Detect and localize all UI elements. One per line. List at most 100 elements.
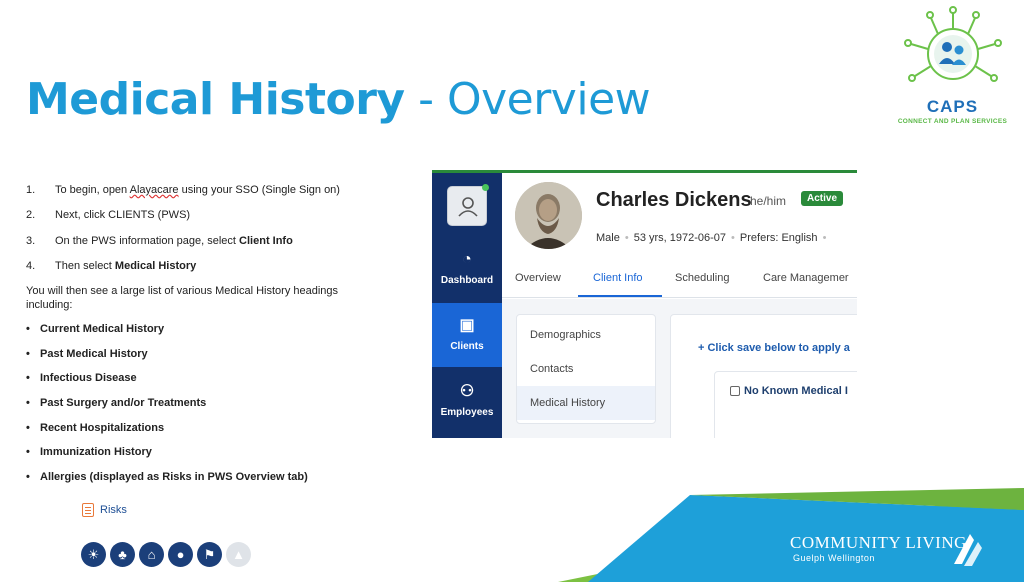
client-meta: Male • 53 yrs, 1972-06-07 • Prefers: English… — [596, 232, 831, 244]
nav-clients[interactable]: ▣ Clients — [432, 303, 502, 367]
caps-name: CAPS — [926, 97, 979, 116]
tab-care-management[interactable]: Care Managemer — [763, 272, 849, 284]
list-item: • Recent Hospitalizations — [26, 422, 406, 447]
submenu-demographics[interactable]: Demographics — [517, 318, 655, 352]
heading-list: • Current Medical History • Past Medical H… — [26, 323, 406, 496]
risks-link[interactable]: Risks — [82, 503, 127, 517]
step-number: 2. — [26, 209, 36, 222]
risks-label: Risks — [100, 504, 127, 516]
list-item-text: Infectious Disease — [40, 372, 137, 385]
bullet-dot: • — [26, 446, 30, 459]
list-item-text: Current Medical History — [40, 323, 165, 335]
user-icon — [458, 197, 478, 217]
caps-logo: CAPS CONNECT AND PLAN SERVICES — [885, 4, 1020, 126]
employees-icon: ⚇ — [459, 383, 475, 400]
list-item-text: Recent Hospitalizations — [40, 421, 165, 434]
save-hint: + Click save below to apply a — [698, 342, 850, 354]
list-item: • Immunization History — [26, 446, 406, 471]
title-bold: Medical History — [26, 74, 405, 125]
portrait-image — [515, 182, 582, 249]
nav-clients-label: Clients — [450, 341, 484, 352]
client-gender: Male — [596, 232, 620, 244]
active-tab-indicator — [578, 295, 662, 297]
step-text-pre: Then select — [55, 259, 115, 272]
nav-dashboard-label: Dashboard — [440, 275, 494, 286]
side-nav: ◔ Dashboard ▣ Clients ⚇ Employees — [432, 173, 502, 438]
org-location: Guelph Wellington — [793, 553, 875, 563]
step-1: 1. To begin, open Alayacare using your S… — [26, 184, 386, 209]
title-rest: - Overview — [404, 74, 651, 125]
intro-text: You will then see a large list of variou… — [26, 285, 339, 311]
clients-icon: ▣ — [459, 317, 475, 334]
alayacare-link: Alayacare — [129, 184, 179, 196]
allergy-icon[interactable]: ▲ — [226, 542, 251, 567]
step-3: 3. On the PWS information page, select C… — [26, 235, 386, 260]
client-info-submenu: Demographics Contacts Medical History — [516, 314, 656, 424]
home-icon[interactable]: ⌂ — [139, 542, 164, 567]
step-strong: Client Info — [239, 234, 293, 247]
client-age-dob: 53 yrs, 1972-06-07 — [633, 232, 727, 244]
clipboard-icon — [82, 503, 94, 517]
wheat-icon[interactable]: ♣ — [110, 542, 135, 567]
nav-employees[interactable]: ⚇ Employees — [432, 371, 502, 431]
submenu-contacts[interactable]: Contacts — [517, 352, 655, 386]
list-item: • Infectious Disease — [26, 372, 406, 397]
step-text: On the PWS information page, select Clie… — [55, 235, 293, 247]
nav-employees-label: Employees — [440, 407, 494, 418]
bullet-dot: • — [26, 471, 30, 484]
dog-icon[interactable]: ● — [168, 542, 193, 567]
list-item-text: Past Medical History — [40, 347, 148, 360]
client-photo — [515, 182, 582, 249]
nav-dashboard[interactable]: ◔ Dashboard — [432, 245, 502, 303]
bullet-dot: • — [26, 397, 30, 410]
meta-separator: • — [624, 232, 629, 244]
step-text-post: using your SSO (Single Sign on) — [178, 184, 340, 196]
step-strong: Medical History — [114, 259, 197, 272]
dashboard-icon: ◔ — [462, 251, 472, 268]
bullet-dot: • — [26, 347, 30, 360]
bullet-dot: • — [26, 323, 30, 335]
user-avatar-button[interactable] — [447, 184, 489, 226]
client-name: Charles Dickens — [596, 189, 752, 211]
step-2: 2. Next, click CLIENTS (PWS) — [26, 209, 386, 234]
flag-icon[interactable]: ⚑ — [197, 542, 222, 567]
list-item-text: Past Surgery and/or Treatments — [40, 397, 207, 410]
step-text: Next, click CLIENTS (PWS) — [55, 209, 191, 222]
bullet-dot: • — [26, 372, 30, 385]
step-text-pre: To begin, open — [55, 184, 130, 196]
client-pronoun: he/him — [750, 194, 787, 208]
risk-category-icons: ☀ ♣ ⌂ ● ⚑ ▲ — [81, 542, 251, 567]
step-number: 3. — [26, 234, 36, 247]
step-number: 1. — [26, 184, 36, 196]
step-text: Then select Medical History — [55, 260, 196, 272]
checkbox-icon[interactable] — [730, 386, 740, 396]
list-item: • Current Medical History — [26, 323, 406, 348]
community-living-logo: COMMUNITY LIVING Guelph Wellington — [790, 533, 967, 563]
no-known-medical-checkbox[interactable]: No Known Medical I — [730, 385, 848, 397]
list-item: • Past Medical History — [26, 348, 406, 373]
circuit-people-icon — [904, 6, 1002, 82]
list-item: • Past Surgery and/or Treatments — [26, 397, 406, 422]
meta-separator: • — [731, 232, 735, 244]
online-status-dot — [482, 184, 489, 191]
alayacare-screenshot: ◔ Dashboard ▣ Clients ⚇ Employees Charle… — [432, 170, 857, 438]
sun-icon[interactable]: ☀ — [81, 542, 106, 567]
submenu-medical-history[interactable]: Medical History — [517, 386, 655, 420]
tab-scheduling[interactable]: Scheduling — [675, 272, 729, 284]
page-title: Medical History - Overview — [26, 72, 651, 128]
instruction-steps: 1. To begin, open Alayacare using your S… — [26, 184, 386, 285]
status-badge: Active — [801, 191, 844, 206]
bullet-dot: • — [26, 421, 30, 434]
list-item-text: Immunization History — [40, 446, 152, 459]
meta-separator: • — [822, 232, 827, 244]
nkm-section — [714, 371, 857, 438]
community-living-mark-icon — [954, 534, 982, 566]
org-name: COMMUNITY LIVING — [790, 533, 967, 552]
tab-client-info[interactable]: Client Info — [593, 272, 643, 284]
tab-overview[interactable]: Overview — [515, 272, 561, 284]
client-tabs: Overview Client Info Scheduling Care Man… — [502, 265, 857, 298]
list-item: • Allergies (displayed as Risks in PWS Ov… — [26, 471, 406, 496]
caps-tagline: CONNECT AND PLAN SERVICES — [897, 118, 1008, 125]
step-text: To begin, open Alayacare using your SSO … — [55, 184, 340, 196]
step-number: 4. — [26, 259, 36, 272]
